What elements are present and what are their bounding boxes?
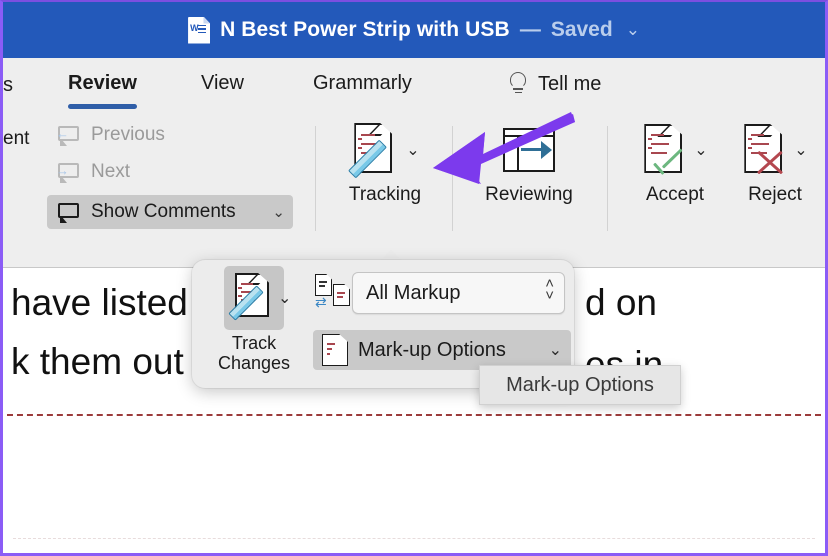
track-changes-label-line1: Track bbox=[231, 333, 277, 353]
reviewing-button[interactable]: Reviewing bbox=[469, 114, 589, 206]
status-badge: Saved bbox=[550, 18, 613, 41]
tab-tell-me-label: Tell me bbox=[538, 72, 602, 95]
tooltip-text: Mark-up Options bbox=[506, 373, 654, 396]
tab-review[interactable]: Review bbox=[68, 72, 137, 109]
group-divider bbox=[452, 126, 453, 231]
document-line-2: k them out bbox=[11, 341, 184, 383]
word-document-icon: W bbox=[188, 16, 211, 44]
document-text: have listed k them out bbox=[11, 277, 188, 387]
document-pencil-icon bbox=[348, 121, 400, 179]
tab-partial[interactable]: s bbox=[3, 74, 13, 99]
page-title: N Best Power Strip with USB bbox=[220, 18, 510, 41]
title-bar: W N Best Power Strip with USB — Saved ⌄ bbox=[3, 2, 825, 58]
next-comment-button[interactable]: → Next bbox=[47, 155, 303, 189]
document-x-icon bbox=[742, 122, 788, 178]
page-boundary-line bbox=[13, 538, 815, 539]
previous-comment-icon: ← bbox=[55, 124, 81, 146]
stepper-down-icon[interactable]: ˅ bbox=[545, 288, 554, 303]
previous-comment-label: Previous bbox=[91, 124, 165, 145]
next-comment-label: Next bbox=[91, 161, 131, 182]
chevron-down-icon[interactable]: ⌄ bbox=[626, 20, 640, 40]
markup-options-label: Mark-up Options bbox=[358, 338, 506, 361]
group-divider bbox=[607, 126, 608, 231]
tab-tell-me[interactable]: Tell me bbox=[509, 72, 601, 98]
tracking-button[interactable]: ⌄ Tracking bbox=[325, 114, 445, 206]
accept-label: Accept bbox=[645, 184, 705, 205]
tab-review-label: Review bbox=[68, 72, 137, 94]
chevron-down-icon[interactable]: ⌄ bbox=[549, 340, 562, 360]
markup-document-icon bbox=[322, 334, 348, 366]
document-check-icon bbox=[642, 122, 688, 178]
tab-view[interactable]: View bbox=[201, 72, 244, 97]
ribbon: s Review View Grammarly Tell me ent ← Pr… bbox=[3, 58, 825, 268]
document-line-1-right: d on bbox=[585, 282, 658, 323]
chevron-down-icon[interactable]: ⌄ bbox=[266, 203, 285, 221]
track-changes-button[interactable]: Track Changes bbox=[206, 266, 302, 373]
reject-label: Reject bbox=[748, 184, 802, 205]
track-changes-label: Track Changes bbox=[218, 333, 290, 373]
revision-boundary-line bbox=[7, 414, 821, 416]
chevron-down-icon[interactable]: ⌄ bbox=[694, 140, 707, 160]
ribbon-tab-strip: s Review View Grammarly Tell me bbox=[3, 58, 825, 112]
compare-markup-icon: ⇄ bbox=[315, 274, 353, 310]
markup-display-select[interactable]: All Markup ˄ ˅ bbox=[352, 272, 565, 314]
previous-comment-button[interactable]: ← Previous bbox=[47, 118, 303, 152]
chevron-down-icon[interactable]: ⌄ bbox=[406, 140, 419, 160]
reviewing-label: Reviewing bbox=[485, 184, 573, 205]
document-pencil-icon bbox=[228, 269, 279, 327]
tab-grammarly[interactable]: Grammarly bbox=[313, 72, 412, 97]
word-window: W N Best Power Strip with USB — Saved ⌄ … bbox=[0, 0, 828, 556]
active-tab-underline bbox=[68, 104, 137, 109]
chevron-down-icon[interactable]: ⌄ bbox=[278, 288, 291, 308]
document-line-1: have listed bbox=[11, 282, 188, 323]
group-divider bbox=[315, 126, 316, 231]
chevron-down-icon[interactable]: ⌄ bbox=[794, 140, 807, 160]
comments-group-partial-label: ent bbox=[3, 128, 30, 149]
comments-group: ent ← Previous → Next Show Comments ⌄ bbox=[3, 116, 303, 229]
stepper-control[interactable]: ˄ ˅ bbox=[545, 276, 554, 303]
markup-options-button[interactable]: Mark-up Options ⌄ bbox=[313, 330, 571, 370]
reviewing-pane-icon bbox=[503, 128, 555, 172]
title-separator: — bbox=[519, 18, 541, 41]
tooltip: Mark-up Options bbox=[479, 365, 681, 405]
show-comments-button[interactable]: Show Comments ⌄ bbox=[47, 195, 293, 229]
tracking-label: Tracking bbox=[348, 184, 422, 205]
next-comment-icon: → bbox=[55, 161, 81, 183]
show-comments-label: Show Comments bbox=[91, 201, 236, 222]
reject-button[interactable]: ⌄ Reject bbox=[715, 114, 825, 206]
ribbon-commands: ent ← Previous → Next Show Comments ⌄ ⌄ … bbox=[3, 112, 825, 267]
markup-display-value: All Markup bbox=[366, 281, 461, 304]
track-changes-label-line2: Changes bbox=[217, 353, 291, 374]
lightbulb-icon bbox=[509, 72, 527, 96]
comment-icon bbox=[55, 201, 81, 223]
